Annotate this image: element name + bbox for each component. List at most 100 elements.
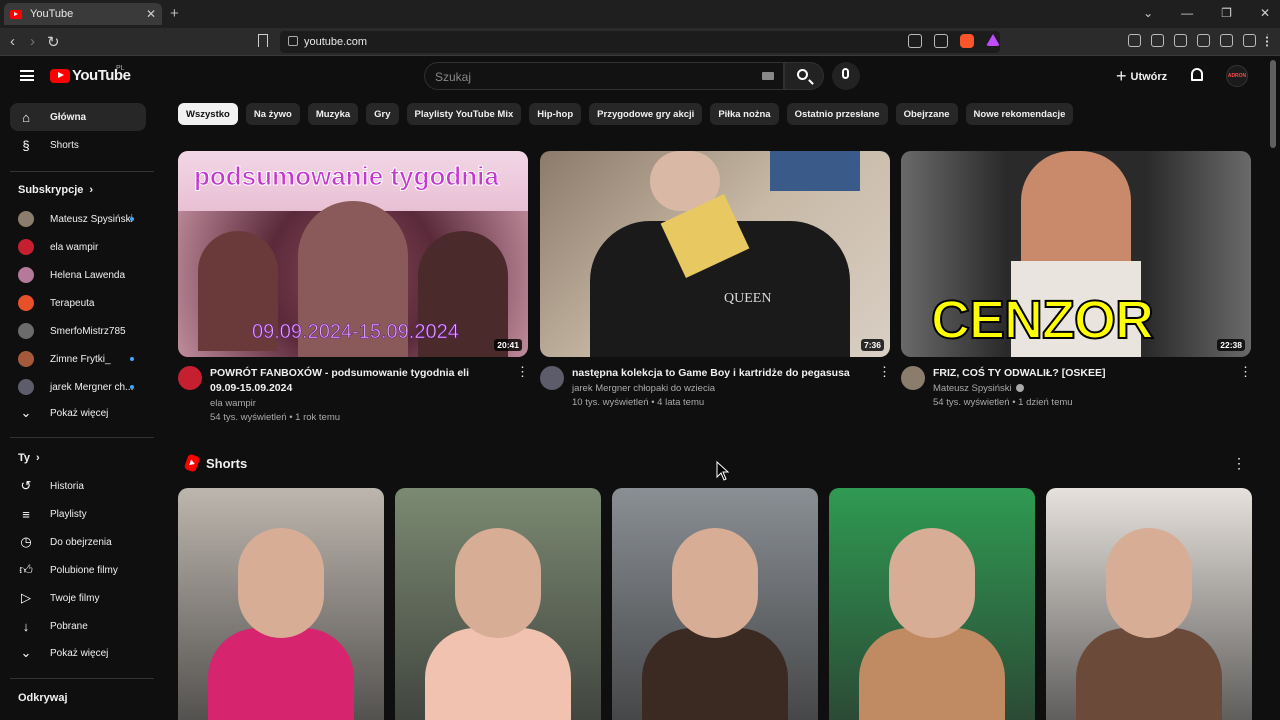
sidebar-item[interactable]: ≡ Playlisty: [10, 500, 146, 528]
open-external-icon[interactable]: [908, 34, 922, 48]
forward-icon[interactable]: ›: [30, 33, 35, 50]
you-heading[interactable]: Ty ›: [18, 452, 40, 464]
menu-icon[interactable]: [1266, 34, 1270, 47]
chip[interactable]: Piłka nożna: [710, 103, 779, 125]
more-actions-icon[interactable]: ⋮: [516, 365, 529, 378]
short-face: [455, 528, 541, 638]
voice-search-button[interactable]: [832, 62, 860, 90]
more-actions-icon[interactable]: ⋮: [1239, 365, 1252, 378]
extensions-icon[interactable]: [1128, 34, 1141, 47]
scrollbar[interactable]: [1270, 60, 1276, 148]
video-thumbnail[interactable]: podsumowanie tygodnia 09.09.2024-15.09.2…: [178, 151, 528, 357]
more-actions-icon[interactable]: ⋮: [878, 365, 891, 378]
sidebar-item[interactable]: ↓ Pobrane: [10, 612, 146, 640]
video-title[interactable]: POWRÓT FANBOXÓW - podsumowanie tygodnia …: [210, 366, 500, 396]
video-card[interactable]: podsumowanie tygodnia 09.09.2024-15.09.2…: [178, 151, 529, 423]
channel-name[interactable]: Mateusz Spysiński: [933, 383, 1251, 394]
chip[interactable]: Muzyka: [307, 103, 359, 125]
back-icon[interactable]: ‹: [10, 33, 15, 50]
short-thumbnail[interactable]: [829, 488, 1035, 720]
playlist-icon: ≡: [22, 506, 30, 522]
more-actions-icon[interactable]: ⋮: [1232, 455, 1246, 472]
site-info-icon[interactable]: [288, 36, 298, 46]
video-card[interactable]: CENZOR 22:38 FRIZ, COŚ TY ODWALIŁ? [OSKE…: [901, 151, 1252, 408]
browser-extensions: [1128, 34, 1270, 47]
sidebar-item[interactable]: ↺ Historia: [10, 472, 146, 500]
short-thumbnail[interactable]: [612, 488, 818, 720]
subscription-item[interactable]: SmerfoMistrz785: [10, 317, 146, 345]
sidebar-item-label: Twoje filmy: [50, 592, 100, 604]
show-more-you[interactable]: ⌄ Pokaż więcej: [10, 639, 146, 667]
channel-avatar[interactable]: [540, 366, 564, 390]
chip[interactable]: Playlisty YouTube Mix: [406, 103, 522, 125]
create-button[interactable]: + Utwórz: [1116, 66, 1167, 87]
address-bar[interactable]: youtube.com: [280, 31, 1000, 53]
short-body: [859, 628, 1005, 720]
chip[interactable]: Gry: [366, 103, 399, 125]
extension-icon[interactable]: [1151, 34, 1164, 47]
subscription-item[interactable]: Helena Lawenda: [10, 261, 146, 289]
close-window-icon[interactable]: ✕: [1260, 6, 1270, 20]
chip[interactable]: Obejrzane: [895, 103, 958, 125]
short-thumbnail[interactable]: [178, 488, 384, 720]
video-card[interactable]: QUEEN 7:36 następna kolekcja to Game Boy…: [540, 151, 891, 408]
video-title[interactable]: następna kolekcja to Game Boy i kartridż…: [572, 366, 862, 381]
search-input[interactable]: Szukaj: [424, 62, 784, 90]
show-more-subscriptions[interactable]: ⌄ Pokaż więcej: [10, 399, 146, 427]
notifications-bell-icon[interactable]: [1191, 68, 1203, 81]
sidebar-item-shorts[interactable]: § Shorts: [10, 131, 146, 159]
restore-icon[interactable]: ❐: [1221, 6, 1232, 20]
video-duration: 7:36: [860, 339, 884, 351]
chevron-right-icon: ›: [36, 452, 40, 464]
microphone-icon: [842, 68, 849, 79]
leo-ai-icon[interactable]: [1220, 34, 1233, 47]
sidebar-item[interactable]: 👍︎ Polubione filmy: [10, 556, 146, 584]
subscription-item[interactable]: Mateusz Spysiński: [10, 205, 146, 233]
channel-name[interactable]: ela wampir: [210, 398, 528, 409]
subscription-item[interactable]: Terapeuta: [10, 289, 146, 317]
reload-icon[interactable]: ↻: [47, 33, 60, 51]
video-title[interactable]: FRIZ, COŚ TY ODWALIŁ? [OSKEE]: [933, 366, 1223, 381]
subscription-item[interactable]: Zimne Frytki_: [10, 345, 146, 373]
subscription-item[interactable]: ela wampir: [10, 233, 146, 261]
vpn-icon[interactable]: [1243, 34, 1256, 47]
browser-tab[interactable]: YouTube ✕: [4, 3, 162, 25]
divider: [10, 171, 154, 172]
chip[interactable]: Hip-hop: [529, 103, 582, 125]
brave-rewards-icon[interactable]: [986, 34, 1000, 46]
divider: [10, 678, 154, 679]
wallet-icon[interactable]: [1197, 34, 1210, 47]
video-thumbnail[interactable]: QUEEN 7:36: [540, 151, 890, 357]
channel-avatar[interactable]: [178, 366, 202, 390]
video-thumbnail[interactable]: CENZOR 22:38: [901, 151, 1251, 357]
bookmark-icon[interactable]: [258, 34, 268, 47]
sidebar-item-home[interactable]: ⌂ Główna: [10, 103, 146, 131]
hamburger-menu-icon[interactable]: [20, 70, 34, 81]
chip[interactable]: Na żywo: [245, 103, 300, 125]
chip[interactable]: Ostatnio przesłane: [786, 103, 888, 125]
account-avatar[interactable]: ADRON: [1226, 65, 1248, 87]
sidebar-icon[interactable]: [1174, 34, 1187, 47]
tab-list-icon[interactable]: ⌄: [1143, 6, 1153, 20]
new-tab-button[interactable]: +: [170, 5, 179, 22]
chip[interactable]: Nowe rekomendacje: [965, 103, 1074, 125]
thumbs-up-icon: 👍︎: [19, 562, 33, 577]
minimize-icon[interactable]: —: [1181, 6, 1193, 20]
chip[interactable]: Przygodowe gry akcji: [589, 103, 703, 125]
keyboard-icon[interactable]: [762, 72, 774, 80]
subscription-item[interactable]: jarek Mergner ch...: [10, 373, 146, 401]
channel-name[interactable]: jarek Mergner chłopaki do wziecia: [572, 383, 890, 394]
tab-close-icon[interactable]: ✕: [146, 7, 156, 21]
show-more-label: Pokaż więcej: [50, 647, 109, 659]
brave-shields-icon[interactable]: [960, 34, 974, 48]
search-button[interactable]: [784, 62, 824, 90]
subscriptions-heading[interactable]: Subskrypcje ›: [18, 184, 93, 196]
sidebar-item[interactable]: ▷ Twoje filmy: [10, 584, 146, 612]
short-thumbnail[interactable]: [1046, 488, 1252, 720]
shorts-icon: [183, 453, 201, 473]
share-icon[interactable]: [934, 34, 948, 48]
channel-avatar[interactable]: [901, 366, 925, 390]
chip[interactable]: Wszystko: [178, 103, 238, 125]
sidebar-item[interactable]: ◷ Do obejrzenia: [10, 528, 146, 556]
short-thumbnail[interactable]: [395, 488, 601, 720]
